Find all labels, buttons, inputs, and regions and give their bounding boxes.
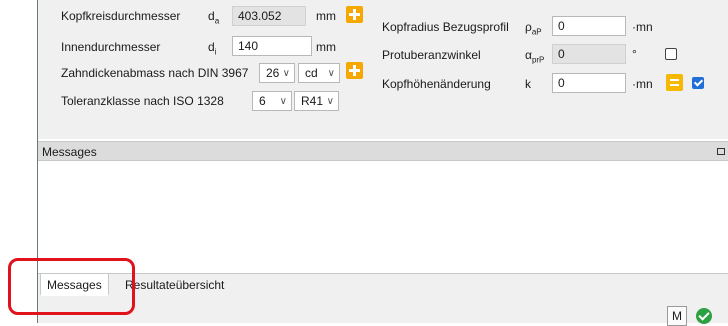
highlight-annotation-box bbox=[8, 258, 135, 315]
tip-diameter-label: Kopfkreisdurchmesser bbox=[61, 9, 181, 23]
tolerance-grade-value: 6 bbox=[259, 94, 266, 108]
messages-panel-header: Messages bbox=[38, 141, 728, 161]
chevron-down-icon: ∨ bbox=[282, 68, 290, 79]
tooth-thickness-plus-icon[interactable] bbox=[346, 62, 363, 79]
tip-radius-symbol: ρaP bbox=[525, 20, 542, 37]
equals-icon[interactable] bbox=[666, 74, 683, 91]
tab-results-overview[interactable]: Resultateübersicht bbox=[119, 274, 230, 296]
gear-parameter-panel: Kopfkreisdurchmesser da 403.052 mm Innen… bbox=[38, 0, 728, 139]
tooth-thickness-label: Zahndickenabmass nach DIN 3967 bbox=[61, 66, 249, 80]
restore-window-icon[interactable] bbox=[717, 148, 725, 155]
tip-height-change-field[interactable]: 0 bbox=[552, 73, 626, 93]
tip-diameter-unit: mm bbox=[316, 9, 336, 23]
m-button[interactable]: M bbox=[667, 306, 687, 326]
tip-radius-field[interactable]: 0 bbox=[552, 16, 626, 36]
protuberance-angle-label: Protuberanzwinkel bbox=[382, 48, 481, 62]
protuberance-angle-checkbox[interactable] bbox=[665, 48, 677, 60]
tip-height-change-label: Kopfhöhenänderung bbox=[382, 77, 491, 91]
inner-diameter-unit: mm bbox=[316, 40, 336, 54]
chevron-down-icon: ∨ bbox=[327, 68, 335, 79]
inner-diameter-label: Innendurchmesser bbox=[61, 40, 161, 54]
status-bar: M bbox=[38, 296, 728, 326]
tooth-thickness-series-select[interactable]: cd ∨ bbox=[298, 63, 340, 83]
inner-diameter-field[interactable]: 140 bbox=[232, 36, 312, 56]
tooth-thickness-grade-value: 26 bbox=[266, 66, 280, 80]
tolerance-standard-value: R41 bbox=[301, 94, 324, 108]
tip-height-change-checkbox[interactable] bbox=[692, 77, 704, 89]
tooth-thickness-series-value: cd bbox=[305, 66, 318, 80]
protuberance-angle-unit: ° bbox=[632, 47, 637, 61]
protuberance-angle-symbol: αprP bbox=[525, 48, 545, 65]
inner-diameter-symbol: di bbox=[208, 40, 217, 57]
tolerance-class-label: Toleranzklasse nach ISO 1328 bbox=[61, 94, 224, 108]
tip-diameter-symbol: da bbox=[208, 9, 220, 26]
messages-panel-title: Messages bbox=[42, 145, 97, 159]
messages-list bbox=[38, 161, 728, 273]
bottom-tab-strip: Messages Resultateübersicht bbox=[38, 273, 728, 296]
tip-radius-unit: ·mn bbox=[632, 20, 653, 34]
tip-diameter-field[interactable]: 403.052 bbox=[232, 6, 306, 26]
chevron-down-icon: ∨ bbox=[279, 96, 287, 107]
tolerance-grade-select[interactable]: 6 ∨ bbox=[252, 91, 292, 111]
chevron-down-icon: ∨ bbox=[326, 96, 334, 107]
ok-status-icon[interactable] bbox=[696, 308, 712, 324]
tolerance-standard-select[interactable]: R41 ∨ bbox=[294, 91, 339, 111]
tip-height-change-symbol: k bbox=[525, 77, 531, 91]
tip-diameter-plus-icon[interactable] bbox=[346, 6, 363, 23]
tip-height-change-unit: ·mn bbox=[632, 77, 653, 91]
tip-radius-label: Kopfradius Bezugsprofil bbox=[382, 20, 509, 34]
tooth-thickness-grade-select[interactable]: 26 ∨ bbox=[259, 63, 295, 83]
protuberance-angle-field[interactable]: 0 bbox=[552, 44, 626, 64]
